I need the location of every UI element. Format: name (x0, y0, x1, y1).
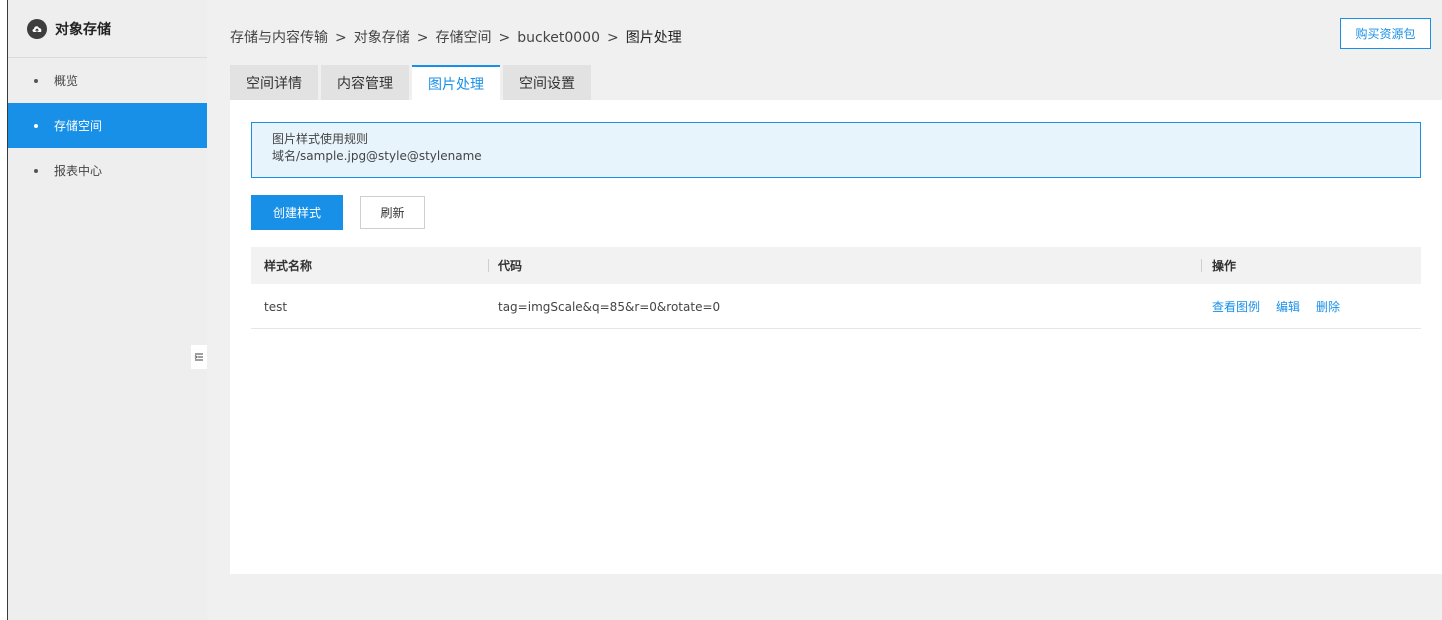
edit-link[interactable]: 编辑 (1276, 298, 1300, 315)
breadcrumb-item[interactable]: 存储空间 (435, 30, 491, 46)
column-header-name: 样式名称 (264, 259, 313, 273)
top-bar: 存储与内容传输 > 对象存储 > 存储空间 > bucket0000 > 图片处理 购买资源包 (207, 0, 1442, 62)
column-divider (488, 259, 489, 272)
tab-bucket-settings[interactable]: 空间设置 (503, 65, 591, 100)
table-row: test tag=imgScale&q=85&r=0&rotate=0 查看图例… (251, 284, 1421, 329)
breadcrumb-current: 图片处理 (625, 30, 682, 46)
breadcrumb-item[interactable]: 对象存储 (354, 30, 410, 46)
sidebar-item-label: 概览 (54, 74, 79, 88)
breadcrumb: 存储与内容传输 > 对象存储 > 存储空间 > bucket0000 > 图片处理 (230, 27, 682, 47)
breadcrumb-separator: > (416, 30, 429, 46)
column-header-actions: 操作 (1212, 259, 1237, 273)
bullet-icon (34, 123, 38, 128)
view-example-link[interactable]: 查看图例 (1212, 298, 1260, 315)
breadcrumb-item[interactable]: 存储与内容传输 (230, 30, 328, 46)
delete-link[interactable]: 删除 (1316, 298, 1340, 315)
breadcrumb-separator: > (607, 30, 619, 46)
tab-bar: 空间详情 内容管理 图片处理 空间设置 (230, 65, 594, 100)
cloud-icon (27, 18, 47, 39)
sidebar-item-reports[interactable]: 报表中心 (8, 148, 207, 193)
sidebar-item-label: 报表中心 (54, 164, 103, 178)
sidebar-collapse-button[interactable] (191, 345, 207, 369)
bullet-icon (34, 168, 38, 173)
app-root: 对象存储 概览 存储空间 报表中心 存储与内容传输 > 对象存储 > 存储空间 > buck… (0, 0, 1442, 620)
tab-bucket-details[interactable]: 空间详情 (230, 65, 318, 100)
refresh-button[interactable]: 刷新 (360, 196, 425, 229)
sidebar-item-label: 存储空间 (54, 119, 103, 133)
style-name-cell: test (264, 299, 288, 314)
breadcrumb-separator: > (498, 30, 511, 46)
notice-rule: 域名/sample.jpg@style@stylename (272, 149, 482, 163)
column-divider (1201, 259, 1202, 272)
breadcrumb-item[interactable]: bucket0000 (517, 30, 600, 46)
breadcrumb-separator: > (335, 30, 347, 46)
notice-title: 图片样式使用规则 (272, 132, 369, 146)
sidebar: 对象存储 概览 存储空间 报表中心 (8, 0, 207, 620)
sidebar-item-overview[interactable]: 概览 (8, 58, 207, 103)
table-header: 样式名称 代码 操作 (251, 247, 1421, 284)
style-table: 样式名称 代码 操作 test tag=imgScale&q=85&r=0&ro… (251, 247, 1421, 329)
create-style-button[interactable]: 创建样式 (251, 195, 343, 230)
tab-content-management[interactable]: 内容管理 (321, 65, 409, 100)
collapse-icon (194, 353, 203, 361)
tab-image-processing[interactable]: 图片处理 (412, 65, 500, 100)
actions-cell: 查看图例 编辑 删除 (1212, 284, 1356, 329)
bullet-icon (34, 78, 38, 83)
buy-resource-pack-button[interactable]: 购买资源包 (1340, 18, 1431, 49)
main-panel: 图片样式使用规则 域名/sample.jpg@style@stylename 创… (230, 100, 1442, 574)
sidebar-item-buckets[interactable]: 存储空间 (8, 103, 207, 148)
column-header-code: 代码 (498, 259, 523, 273)
sidebar-header: 对象存储 (8, 0, 207, 58)
style-rule-notice: 图片样式使用规则 域名/sample.jpg@style@stylename (251, 122, 1421, 178)
sidebar-title: 对象存储 (55, 21, 111, 38)
style-code-cell: tag=imgScale&q=85&r=0&rotate=0 (498, 299, 721, 314)
